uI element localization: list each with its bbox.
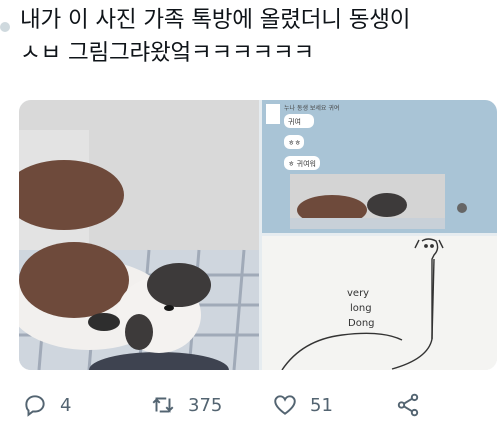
share-button[interactable]: [395, 385, 421, 425]
tweet-line-2: ㅅㅂ 그림그랴왔엌ㅋㅋㅋㅋㅋㅋ: [20, 40, 314, 66]
chat-bubble-3: ㅎ 귀여워: [288, 159, 316, 168]
tweet-actions: 4 375 51: [0, 385, 500, 425]
drawing-text-3: Dong: [348, 318, 375, 329]
media-grid: 누나 동생 보세요 귀여 귀여 ㅎㅎ ㅎ 귀여워 very long Dong: [19, 100, 497, 370]
reply-button[interactable]: 4: [22, 385, 71, 425]
reply-icon: [25, 395, 45, 417]
chat-header: 누나 동생 보세요 귀여: [284, 104, 339, 112]
tweet-text: 내가 이 사진 가족 톡방에 올렸더니 동생이 ㅅㅂ 그림그랴왔엌ㅋㅋㅋㅋㅋㅋ: [20, 4, 498, 70]
like-button[interactable]: 51: [272, 385, 333, 425]
like-count: 51: [310, 394, 333, 416]
long-dog-drawing[interactable]: very long Dong: [262, 236, 497, 370]
reply-count: 4: [60, 394, 72, 416]
chat-bubble-2: ㅎㅎ: [288, 139, 301, 147]
retweet-icon: [152, 397, 174, 413]
chat-bubble-1: 귀여: [288, 117, 301, 126]
avatar-edge: [0, 0, 12, 429]
drawing-text-2: long: [350, 303, 372, 314]
dog-photo[interactable]: [19, 100, 259, 370]
chat-screenshot[interactable]: 누나 동생 보세요 귀여 귀여 ㅎㅎ ㅎ 귀여워: [262, 100, 497, 233]
retweet-button[interactable]: 375: [150, 385, 222, 425]
heart-icon: [274, 395, 296, 415]
share-icon: [397, 393, 419, 417]
retweet-count: 375: [188, 394, 223, 416]
tweet-line-1: 내가 이 사진 가족 톡방에 올렸더니 동생이: [20, 7, 411, 33]
drawing-text-1: very: [347, 288, 369, 299]
